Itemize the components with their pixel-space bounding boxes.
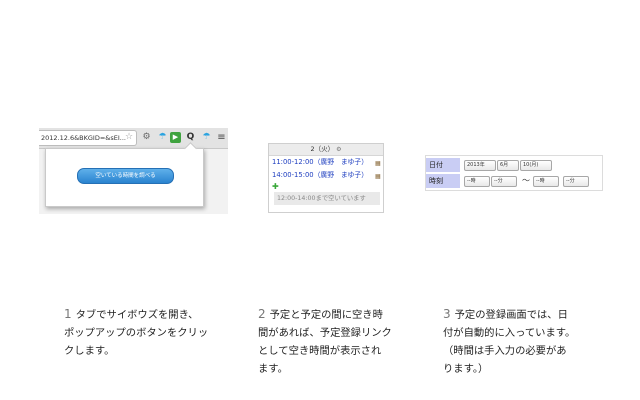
registration-form-panel: 日付 2013年 6月 10(月) 時刻 --時 --分 〜 --時 --分 (425, 155, 603, 191)
extension-popup: 空いている時間を調べる (45, 142, 204, 207)
add-event-icon[interactable]: ✚ (272, 182, 279, 191)
caption-line: として空き時間が表示され (258, 345, 382, 357)
day-header: 2（火） ⚙ (269, 144, 383, 156)
event-time: 11:00-12:00 (272, 158, 314, 166)
caption-line: ます。 (258, 363, 288, 375)
gear-icon[interactable]: ⚙ (141, 132, 152, 143)
start-hour-select[interactable]: --時 (464, 176, 490, 187)
menu-icon[interactable]: ≡ (216, 132, 227, 143)
time-label: 時刻 (426, 174, 460, 188)
step-caption-1: 1 タブでサイボウズを開き、 ポップアップのボタンをクリッ クします。 (64, 305, 208, 360)
range-separator: 〜 (522, 176, 530, 185)
schedule-day-card: 2（火） ⚙ 11:00-12:00（廣野 まゆ子） ▦ 14:00-15:00… (268, 143, 384, 213)
step-caption-2: 2 予定と予定の間に空き時 間があれば、予定登録リンク として空き時間が表示され … (258, 305, 392, 378)
play-icon[interactable]: ▶ (170, 132, 181, 143)
end-hour-select[interactable]: --時 (533, 176, 559, 187)
event-attendee: （廣野 まゆ子） (313, 158, 369, 166)
umbrella-extension-icon[interactable]: ☂ (201, 132, 212, 143)
umbrella-icon[interactable]: ☂ (157, 132, 168, 143)
caption-line: 付が自動的に入っています。 (443, 327, 576, 339)
date-label: 日付 (426, 158, 460, 172)
caption-line: ります。） (443, 363, 489, 375)
caption-line: 予定と予定の間に空き時 (269, 309, 383, 321)
event-time: 14:00-15:00 (272, 171, 314, 179)
address-bar[interactable]: 2012.12.6&BKGID=&sEI... (39, 130, 137, 146)
caption-line: 予定の登録画面では、日 (454, 309, 568, 321)
caption-line: ポップアップのボタンをクリッ (64, 327, 209, 339)
start-minute-select[interactable]: --分 (491, 176, 517, 187)
calendar-icon: ▦ (375, 160, 381, 167)
schedule-event[interactable]: 14:00-15:00（廣野 まゆ子） ▦ (272, 171, 381, 180)
step-caption-3: 3 予定の登録画面では、日 付が自動的に入っています。 （時間は手入力の必要があ … (443, 305, 575, 378)
free-time-slot-link[interactable]: 12:00-14:00まで空いています (274, 192, 380, 205)
caption-line: 間があれば、予定登録リンク (258, 327, 392, 339)
day-select[interactable]: 10(月) (520, 160, 552, 171)
step-number: 1 (64, 307, 72, 321)
caption-line: （時間は手入力の必要があ (443, 345, 567, 357)
schedule-event[interactable]: 11:00-12:00（廣野 まゆ子） ▦ (272, 158, 381, 167)
calendar-icon: ▦ (375, 173, 381, 180)
day-header-label: 2（火） (310, 145, 335, 153)
bookmark-star-icon[interactable]: ☆ (125, 131, 133, 143)
year-select[interactable]: 2013年 (464, 160, 496, 171)
browser-toolbar: 2012.12.6&BKGID=&sEI... ☆ ⚙ ☂ ▶ Q ☂ ≡ (39, 128, 228, 149)
caption-line: クします。 (64, 345, 115, 357)
month-select[interactable]: 6月 (497, 160, 519, 171)
settings-icon[interactable]: ⚙ (336, 146, 341, 153)
browser-screenshot-panel: 2012.12.6&BKGID=&sEI... ☆ ⚙ ☂ ▶ Q ☂ ≡ 空い… (39, 128, 228, 214)
step-number: 2 (258, 307, 266, 321)
step-number: 3 (443, 307, 451, 321)
end-minute-select[interactable]: --分 (563, 176, 589, 187)
find-free-time-button[interactable]: 空いている時間を調べる (77, 168, 174, 184)
event-attendee: （廣野 まゆ子） (313, 171, 369, 179)
caption-line: タブでサイボウズを開き、 (75, 309, 199, 321)
